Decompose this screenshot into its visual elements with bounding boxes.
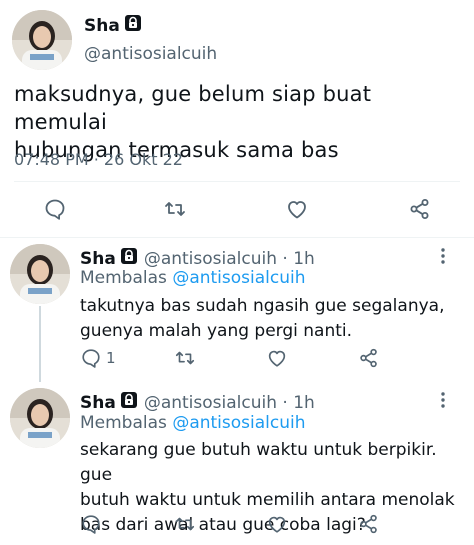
replying-to: Membalas @antisosialcuih: [80, 268, 306, 288]
replying-to-link[interactable]: @antisosialcuih: [172, 413, 305, 433]
more-options-button[interactable]: [436, 391, 450, 409]
retweet-button[interactable]: [174, 347, 196, 369]
retweet-icon: [175, 517, 195, 531]
reply-icon: [82, 515, 100, 534]
reply-icon: [45, 199, 65, 220]
reply-text-line: butuh waktu untuk memilih antara menolak: [80, 490, 455, 510]
like-button[interactable]: [282, 194, 312, 224]
lock-icon: [124, 14, 142, 37]
reply-button[interactable]: [80, 513, 102, 535]
handle-time: @antisosialcuih · 1h: [143, 248, 315, 269]
replying-to-link[interactable]: @antisosialcuih: [172, 268, 305, 288]
share-button[interactable]: [405, 194, 435, 224]
divider: [14, 181, 460, 182]
reply-count: 1: [106, 349, 116, 367]
reply-header: Sha @antisosialcuih · 1h: [80, 391, 315, 414]
more-options-button[interactable]: [436, 247, 450, 265]
display-name[interactable]: Sha: [80, 247, 138, 270]
lock-icon: [120, 247, 138, 270]
avatar[interactable]: [10, 244, 70, 304]
lock-icon: [120, 391, 138, 414]
reply-button[interactable]: [40, 194, 70, 224]
handle-time: @antisosialcuih · 1h: [143, 392, 315, 413]
reply-text-line: takutnya bas sudah ngasih gue segalanya,: [80, 296, 445, 316]
replying-to: Membalas @antisosialcuih: [80, 413, 306, 433]
retweet-icon: [175, 351, 195, 365]
display-name[interactable]: Sha: [84, 14, 142, 37]
heart-icon: [268, 350, 286, 367]
retweet-button[interactable]: [160, 194, 190, 224]
more-vertical-icon: [441, 248, 445, 264]
avatar[interactable]: [12, 10, 72, 70]
reply-text: takutnya bas sudah ngasih gue segalanya,…: [80, 294, 465, 344]
display-name-text: Sha: [80, 248, 116, 269]
like-button[interactable]: [266, 347, 288, 369]
reply-icon: [82, 349, 100, 368]
avatar[interactable]: [10, 388, 70, 448]
replying-prefix: Membalas: [80, 268, 167, 288]
share-icon: [410, 199, 429, 219]
reply-header: Sha @antisosialcuih · 1h: [80, 247, 315, 270]
share-button[interactable]: [358, 513, 380, 535]
share-icon: [360, 514, 377, 534]
heart-icon: [288, 201, 306, 219]
like-button[interactable]: [266, 513, 288, 535]
reply-button[interactable]: 1: [80, 347, 116, 369]
tweet-timestamp[interactable]: 07:48 PM · 26 Okt 22: [14, 150, 183, 169]
share-button[interactable]: [358, 347, 380, 369]
display-name-text: Sha: [84, 15, 120, 36]
thread-line: [39, 306, 41, 382]
divider: [0, 237, 474, 238]
reply-text-line: sekarang gue butuh waktu untuk berpikir.…: [80, 440, 437, 485]
display-name[interactable]: Sha: [80, 391, 138, 414]
reply-text-line: guenya malah yang pergi nanti.: [80, 321, 353, 341]
retweet-button[interactable]: [174, 513, 196, 535]
handle[interactable]: @antisosialcuih: [84, 44, 217, 64]
heart-icon: [268, 516, 286, 533]
retweet-icon: [165, 202, 185, 216]
replying-prefix: Membalas: [80, 413, 167, 433]
more-vertical-icon: [441, 392, 445, 408]
share-icon: [360, 348, 377, 368]
tweet-text-line: maksudnya, gue belum siap buat memulai: [14, 82, 372, 134]
display-name-text: Sha: [80, 392, 116, 413]
